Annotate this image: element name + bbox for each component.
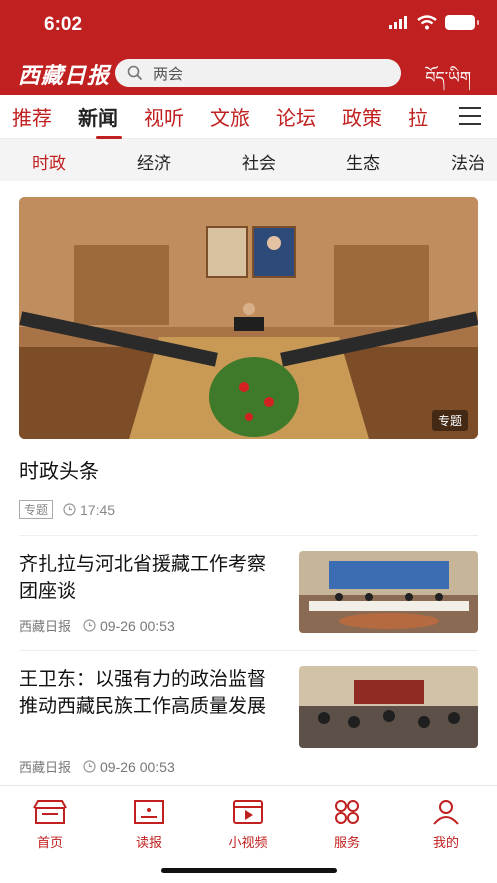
video-icon: [233, 800, 263, 824]
nav-services-label: 服务: [333, 836, 360, 851]
search-icon: [127, 65, 143, 81]
tab-policy[interactable]: 政策: [342, 102, 382, 131]
profile-icon: [433, 800, 459, 825]
tab-recommend[interactable]: 推荐: [12, 102, 52, 131]
news-time-text: 09-26 00:53: [100, 758, 175, 775]
news-thumbnail[interactable]: [299, 551, 478, 633]
main-tabs: 推荐 新闻 视听 文旅 论坛 政策 拉: [0, 95, 497, 139]
nav-newspaper-label: 读报: [135, 836, 162, 851]
news-item-meta: 西藏日报 09-26 00:53: [19, 616, 175, 636]
search-placeholder: 两会: [153, 64, 184, 83]
featured-meta: 专题 17:45: [19, 500, 115, 519]
clock-icon: [83, 760, 96, 773]
nav-services[interactable]: 服务: [312, 798, 382, 851]
news-item-title[interactable]: 王卫东：以强有力的政治监督推动西藏民族工作高质量发展: [19, 666, 281, 720]
home-indicator: [161, 868, 337, 873]
app-logo[interactable]: 西藏日报: [18, 58, 110, 90]
news-time: 09-26 00:53: [83, 618, 175, 634]
tab-news[interactable]: 新闻: [78, 102, 122, 139]
home-icon: [33, 800, 67, 824]
divider: [19, 535, 478, 536]
subtab-politics[interactable]: 时政: [32, 149, 66, 174]
subtab-law[interactable]: 法治: [451, 149, 485, 174]
featured-image[interactable]: 专题: [19, 197, 478, 439]
wifi-icon: [417, 15, 437, 30]
bottom-navigation: 首页 读报 小视频 服务 我的: [0, 785, 497, 883]
news-time: 09-26 00:53: [83, 759, 175, 775]
meeting-photo: [19, 197, 478, 439]
nav-short-video-label: 小视频: [228, 836, 268, 851]
nav-home[interactable]: 首页: [15, 798, 85, 851]
clock-icon: [63, 503, 76, 516]
sub-tabs: 时政 经济 社会 生态 法治: [0, 139, 497, 181]
divider: [19, 650, 478, 651]
battery-icon: [445, 15, 479, 30]
news-thumbnail[interactable]: [299, 666, 478, 748]
subtab-economy[interactable]: 经济: [137, 149, 171, 174]
services-icon: [335, 800, 359, 824]
meeting-thumbnail: [299, 551, 478, 633]
nav-newspaper[interactable]: 读报: [114, 798, 184, 851]
news-item-title[interactable]: 齐扎拉与河北省援藏工作考察团座谈: [19, 551, 281, 605]
signal-icon: [389, 16, 407, 29]
tab-lhasa[interactable]: 拉: [408, 102, 428, 131]
tab-culture-travel[interactable]: 文旅: [210, 102, 250, 131]
nav-home-label: 首页: [36, 836, 63, 851]
hero-badge: 专题: [431, 410, 468, 431]
news-time-text: 09-26 00:53: [100, 617, 175, 634]
nav-profile[interactable]: 我的: [411, 798, 481, 851]
search-bar[interactable]: 两会: [115, 59, 401, 87]
menu-icon[interactable]: [459, 107, 481, 127]
status-time: 6:02: [44, 14, 83, 35]
status-icons: [389, 15, 479, 30]
subtab-ecology[interactable]: 生态: [346, 149, 380, 174]
tab-forum[interactable]: 论坛: [276, 102, 316, 131]
top-header: 6:02 西藏日报 两会 བོད་ཡིག: [0, 0, 497, 95]
featured-time-text: 17:45: [80, 501, 116, 518]
news-item-meta: 西藏日报 09-26 00:53: [19, 757, 175, 777]
nav-profile-label: 我的: [432, 836, 459, 851]
news-source: 西藏日报: [19, 761, 72, 776]
topic-tag: 专题: [19, 500, 54, 519]
newspaper-icon: [134, 800, 164, 824]
clock-icon: [83, 619, 96, 632]
featured-headline[interactable]: 时政头条: [19, 455, 99, 484]
featured-time: 17:45: [63, 502, 115, 518]
tab-audiovisual[interactable]: 视听: [144, 102, 184, 131]
nav-short-video[interactable]: 小视频: [213, 798, 283, 851]
meeting-thumbnail: [299, 666, 478, 748]
subtab-society[interactable]: 社会: [242, 149, 276, 174]
news-source: 西藏日报: [19, 620, 72, 635]
